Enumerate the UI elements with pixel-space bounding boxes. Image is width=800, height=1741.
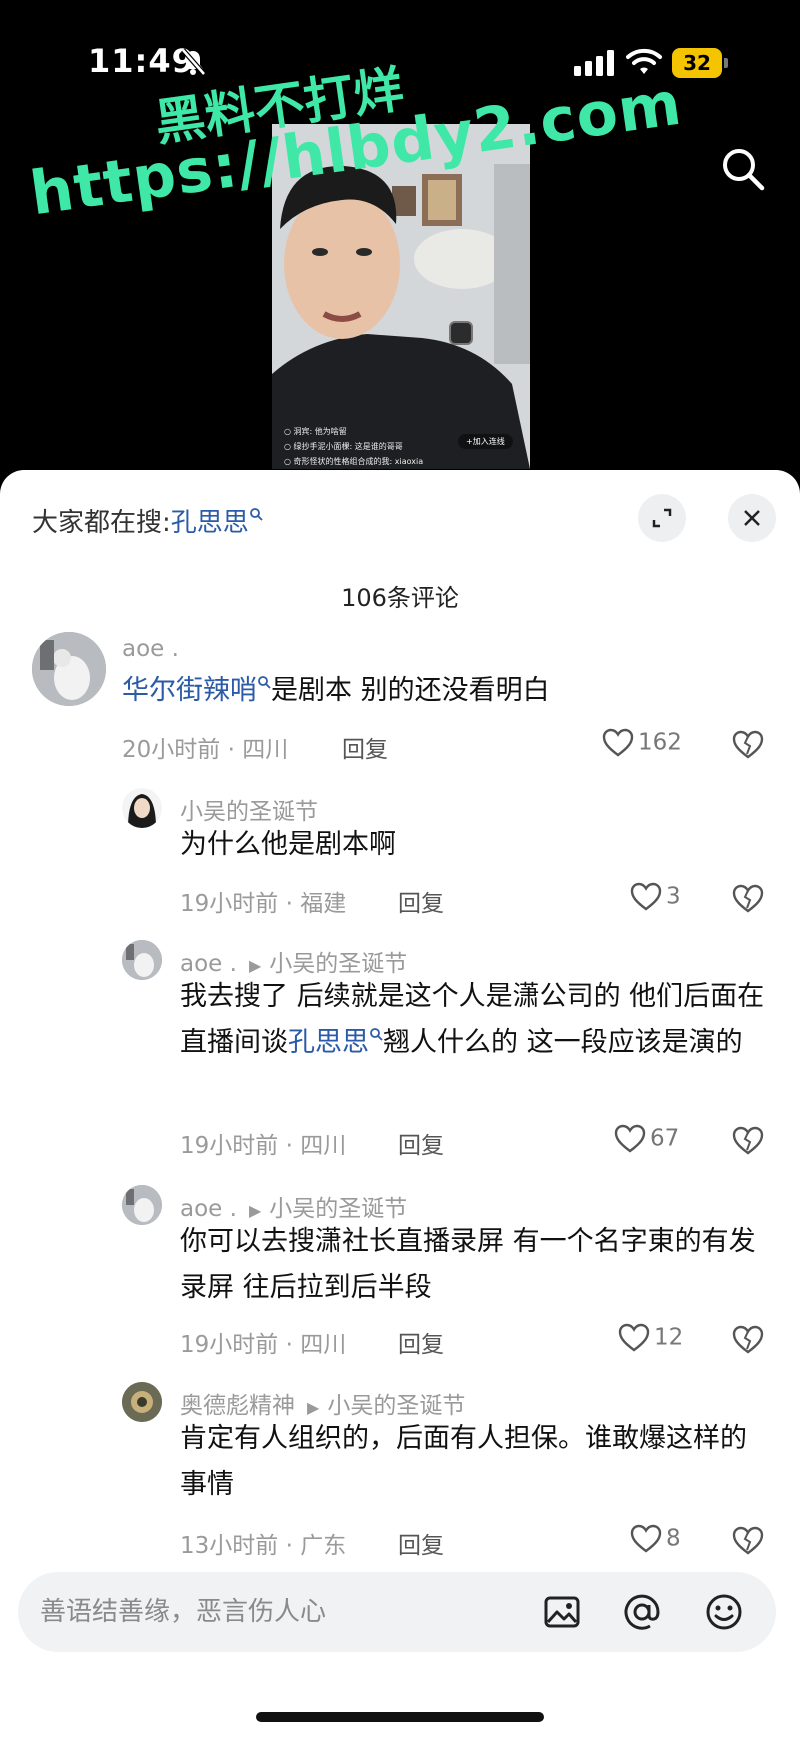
search-term-icon [249,508,263,521]
heart-icon [630,1524,662,1553]
close-icon [744,510,760,526]
search-icon[interactable] [720,146,766,192]
heart-icon [618,1323,650,1352]
comment-text: 华尔街辣哨 是剧本 别的还没看明白 [122,668,762,714]
comment-time-location: 20小时前 · 四川 [122,737,289,763]
like-button[interactable]: 3 [630,882,681,912]
like-button[interactable]: 12 [618,1323,683,1353]
battery-level: 32 [683,51,711,75]
like-button[interactable]: 67 [614,1124,679,1154]
reply-arrow-icon: ▶ [307,1398,320,1417]
avatar-image [122,1185,162,1225]
trending-search-term[interactable]: 孔思思 [171,508,249,538]
avatar-image [122,940,162,980]
reply-arrow-icon: ▶ [248,956,262,975]
cellular-signal-icon [574,50,614,76]
reply-item: 奥德彪精神 ▶ 小吴的圣诞节 肯定有人组织的，后面有人担保。谁敢爆这样的事情 13小… [0,1382,800,1562]
comment-username-line: aoe . ▶ 小吴的圣诞节 [180,1189,407,1223]
avatar[interactable] [122,1185,162,1225]
reply-item: aoe . ▶ 小吴的圣诞节 我去搜了 后续就是这个人是潇公司的 他们后面在直播间谈… [0,940,800,1160]
reply-button[interactable]: 回复 [398,884,444,918]
comment-text: 肯定有人组织的，后面有人担保。谁敢爆这样的事情 [180,1423,747,1500]
avatar-image [122,1382,162,1422]
dislike-icon[interactable] [732,1526,764,1556]
trending-search-prefix: 大家都在搜: [32,508,171,538]
heart-icon [614,1124,646,1153]
close-button[interactable] [728,494,776,542]
comment-text: 我去搜了 后续就是这个人是潇公司的 他们后面在直播间谈孔思思 翘人什么的 这一段应… [180,974,770,1066]
mention-icon[interactable] [622,1592,662,1632]
reply-button[interactable]: 回复 [398,1526,444,1560]
battery-cap [724,58,728,68]
live-chat-line: ○ 奇形怪状的性格组合成的我: xiaoxia [284,457,424,466]
comment-username[interactable]: aoe . [122,636,179,662]
comment-input[interactable] [40,1572,520,1652]
comment-text-part: 翘人什么的 这一段应该是演的 [383,1027,743,1058]
dislike-icon[interactable] [732,884,764,914]
reply-button[interactable]: 回复 [398,1126,444,1160]
like-count: 162 [638,729,682,756]
status-time: 11:49 [88,42,195,80]
comment-time-location: 19小时前 · 福建 [180,891,347,917]
dislike-icon[interactable] [732,1325,764,1355]
comment-search-link[interactable]: 华尔街辣哨 [122,675,257,706]
like-count: 67 [650,1125,680,1152]
comment-item: aoe . 华尔街辣哨 是剧本 别的还没看明白 20小时前 · 四川 回复 162 [0,632,800,764]
comment-search-link[interactable]: 孔思思 [288,1027,369,1058]
comment-sheet: 大家都在搜:孔思思 106条评论 aoe . 华尔街辣哨 是剧本 别的还没看明白 … [0,470,800,1741]
comment-count: 106条评论 [341,584,459,612]
live-chat-line: ○ 洞宾: 他为啥留 [284,427,347,436]
comment-time-location: 19小时前 · 四川 [180,1332,347,1358]
avatar-image [32,632,106,706]
like-count: 3 [666,883,681,910]
avatar[interactable] [32,632,106,706]
expand-button[interactable] [638,494,686,542]
reply-arrow-icon: ▶ [248,1201,262,1220]
comment-input-bar [18,1572,776,1652]
comment-time-location: 19小时前 · 四川 [180,1133,347,1159]
avatar[interactable] [122,788,162,828]
battery-indicator: 32 [672,48,728,78]
home-indicator[interactable] [256,1712,544,1722]
bell-off-icon [181,48,206,76]
comment-text: 为什么他是剧本啊 [180,829,396,860]
reply-button[interactable]: 回复 [398,1325,444,1359]
comment-time-location: 13小时前 · 广东 [180,1533,347,1559]
emoji-icon[interactable] [704,1592,744,1632]
reply-item: 小吴的圣诞节 为什么他是剧本啊 19小时前 · 福建 回复 3 [0,788,800,917]
like-button[interactable]: 8 [630,1524,681,1554]
avatar-image [122,788,162,828]
dislike-icon[interactable] [732,1126,764,1156]
search-term-icon [258,676,271,689]
like-button[interactable]: 162 [602,728,682,758]
comment-username-line: 奥德彪精神 ▶ 小吴的圣诞节 [180,1386,465,1420]
live-chat-overlay: ○ 洞宾: 他为啥留 ○ 绿抄手泥小面棵: 这是谁的哥哥 ○ 奇形怪状的性格组合… [284,424,423,469]
heart-icon [602,728,634,757]
avatar[interactable] [122,1382,162,1422]
reply-button[interactable]: 回复 [342,730,388,764]
expand-icon [652,508,672,528]
image-icon[interactable] [542,1592,582,1632]
live-chat-line: ○ 绿抄手泥小面棵: 这是谁的哥哥 [284,442,403,451]
search-term-icon [370,1028,383,1041]
avatar[interactable] [122,940,162,980]
join-link-button[interactable]: +加入连线 [458,434,513,449]
reply-item: aoe . ▶ 小吴的圣诞节 你可以去搜潇社长直播录屏 有一个名字東的有发录屏 往后… [0,1185,800,1360]
trending-search[interactable]: 大家都在搜:孔思思 [32,502,263,539]
comment-text: 你可以去搜潇社长直播录屏 有一个名字東的有发录屏 往后拉到后半段 [180,1226,756,1303]
comment-username-line: aoe . ▶ 小吴的圣诞节 [180,944,407,978]
comment-username[interactable]: 小吴的圣诞节 [180,792,318,826]
dislike-icon[interactable] [732,730,764,760]
like-count: 8 [666,1525,681,1552]
like-count: 12 [654,1324,684,1351]
heart-icon [630,882,662,911]
comment-text-body: 是剧本 别的还没看明白 [271,675,550,706]
